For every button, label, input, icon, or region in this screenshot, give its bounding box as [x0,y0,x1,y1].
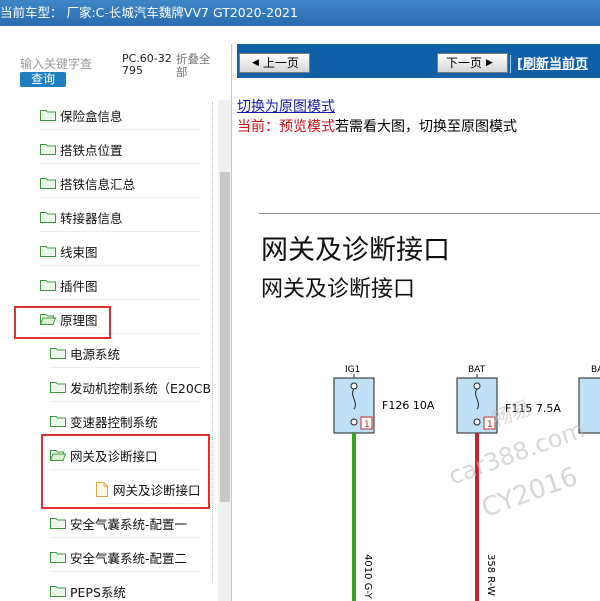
folder-closed-icon [40,211,60,223]
mode-status: 当前：预览模式若需看大图，切换至原图模式 [237,116,517,136]
tree-item[interactable]: 搭铁点位置 [40,134,218,164]
mode-current: 当前：预览模式 [237,119,335,135]
fuse1-terminal-top [350,382,358,390]
tree-item[interactable]: 搭铁信息汇总 [40,168,218,198]
tree-separator [50,571,200,572]
tree-item[interactable]: 转接器信息 [40,202,218,232]
tree-item-label: 搭铁信息汇总 [60,176,136,192]
folder-closed-icon [40,245,60,257]
highlight-box-schematic [14,306,111,339]
document-subtitle: 网关及诊断接口 [261,277,416,302]
tree-separator [40,265,200,266]
search-bar: 查询 PC.60-32795 折叠全部 [0,44,231,94]
tree-item-label: 安全气囊系统-配置一 [70,516,188,532]
directory-tree: 保险盒信息 搭铁点位置 搭铁信息汇总 转接器信息 线束图 插件图 原理图 电源系统 发动机控制系… [0,100,218,601]
document-title: 网关及诊断接口 [261,235,450,266]
folder-closed-icon [50,415,70,427]
tree-separator [40,231,200,232]
tree-separator [40,197,200,198]
fuse3-box [578,377,600,434]
tree-separator [50,367,200,368]
tree-item-label: 电源系统 [70,346,121,362]
fuse2-terminal-bottom [473,418,481,426]
tree-item[interactable]: 变速器控制系统 [50,406,218,436]
tree-separator [50,537,200,538]
window-title-bar: 当前车型： 厂家:C-长城汽车魏牌VV7 GT2020-2021 [0,0,600,26]
next-page-label: 下一页 [446,56,483,70]
tree-item-label: PEPS系统 [70,584,126,600]
tree-item-label: 保险盒信息 [60,108,123,124]
page-nav-bar: ◀ 上一页 下一页 ▶ [刷新当前页 [237,44,600,78]
folder-closed-icon [50,347,70,359]
switch-original-mode-link[interactable]: 切换为原图模式 [237,96,335,116]
folder-closed-icon [50,551,70,563]
fuse1-terminal-bottom [350,418,358,426]
fuse1-rating: F126 10A [382,399,435,412]
arrow-right-icon: ▶ [486,58,493,68]
tree-separator [40,299,200,300]
fuse3-source-label: BA [591,365,600,375]
search-input[interactable] [20,56,94,72]
prev-page-button[interactable]: ◀ 上一页 [239,53,310,73]
tree-separator [50,401,200,402]
pc-code-label: PC.60-32795 [122,52,172,77]
window-title: 当前车型： 厂家:C-长城汽车魏牌VV7 GT2020-2021 [0,5,298,20]
tree-item[interactable]: 保险盒信息 [40,100,218,130]
folder-closed-icon [50,381,70,393]
arrow-left-icon: ◀ [252,58,259,68]
tree-item-label: 线束图 [60,244,98,260]
tree-item-label: 转接器信息 [60,210,123,226]
tree-separator [40,163,200,164]
search-button[interactable]: 查询 [20,72,66,87]
tree-item[interactable]: 插件图 [40,270,218,300]
tree-item[interactable]: PEPS系统 [50,576,218,601]
document-rule [259,213,600,214]
fuse1-pin: 1 [364,420,370,430]
mode-hint: 若需看大图，切换至原图模式 [335,119,517,135]
highlight-box-gateway [41,434,210,509]
fuse2-pin: 1 [487,420,493,430]
tree-item-label: 变速器控制系统 [70,414,158,430]
tree-scrollbar[interactable] [218,100,231,601]
folder-closed-icon [40,143,60,155]
folder-closed-icon [40,177,60,189]
tree-item[interactable]: 发动机控制系统（E20CB [50,372,218,402]
tree-item[interactable]: 电源系统 [50,338,218,368]
tree-item-label: 搭铁点位置 [60,142,123,158]
content-panel: ◀ 上一页 下一页 ▶ [刷新当前页 切换为原图模式 当前：预览模式若需看大图，… [237,44,600,601]
wiring-diagram: IG1 1 F126 10A 4010 G-Y BAT 1 F115 7.5A … [333,365,600,601]
tree-item-label: 发动机控制系统（E20CB [70,380,212,396]
tree-item-label: 插件图 [60,278,98,294]
collapse-all-button[interactable]: 折叠全部 [176,53,216,79]
fuse1-wire-label: 4010 G-Y [362,554,373,600]
nav-divider [510,55,511,73]
fuse2-source-label: BAT [468,365,486,375]
tree-scroll-thumb[interactable] [220,172,230,502]
fuse1-source-label: IG1 [345,365,360,375]
folder-closed-icon [40,279,60,291]
tree-item[interactable]: 线束图 [40,236,218,266]
fuse2-wire-label: 358 R-W [485,554,496,596]
refresh-page-link[interactable]: [刷新当前页 [517,53,588,72]
tree-item[interactable]: 安全气囊系统-配置二 [50,542,218,572]
top-gap [0,26,600,44]
tree-guide-line [212,102,213,582]
fuse2-rating: F115 7.5A [505,402,561,415]
fuse2-terminal-top [473,382,481,390]
folder-closed-icon [50,585,70,597]
folder-closed-icon [50,517,70,529]
tree-item[interactable]: 安全气囊系统-配置一 [50,508,218,538]
next-page-button[interactable]: 下一页 ▶ [437,53,508,73]
tree-separator [40,129,200,130]
prev-page-label: 上一页 [262,56,299,70]
folder-closed-icon [40,109,60,121]
tree-item-label: 安全气囊系统-配置二 [70,550,188,566]
